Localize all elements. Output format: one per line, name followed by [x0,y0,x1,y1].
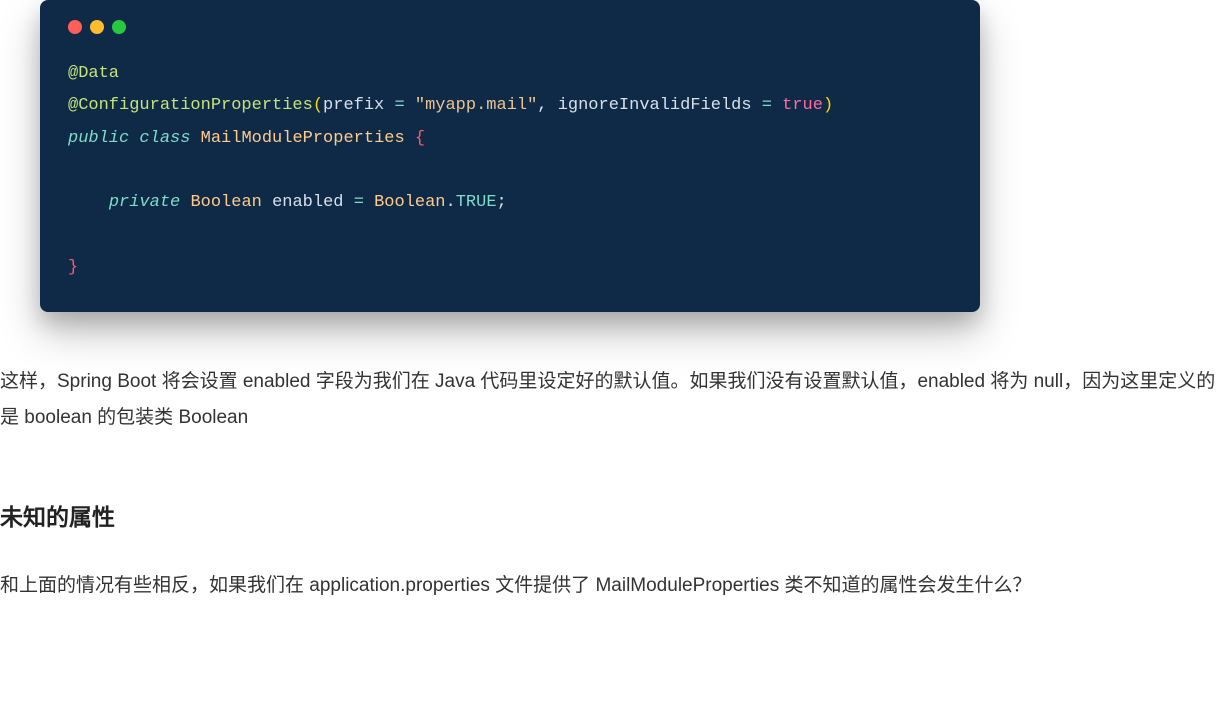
maximize-icon [112,20,126,34]
code-classname: MailModuleProperties [201,129,405,148]
code-brace: } [68,258,78,277]
code-param-key: prefix [323,96,384,115]
code-paren: ) [823,96,833,115]
section-heading: 未知的属性 [0,498,1216,532]
minimize-icon [90,20,104,34]
article-body: 这样，Spring Boot 将会设置 enabled 字段为我们在 Java … [0,364,1216,604]
code-annotation: @Data [68,64,119,83]
code-block-card: @Data @ConfigurationProperties(prefix = … [40,0,980,312]
code-keyword: class [139,129,190,148]
code-type: Boolean [190,193,261,212]
code-eq: = [762,96,772,115]
code-boolean: true [782,96,823,115]
paragraph: 和上面的情况有些相反，如果我们在 application.properties … [0,568,1216,604]
code-eq: = [354,193,364,212]
code-dot: . [446,193,456,212]
code-keyword: private [109,193,180,212]
code-field: enabled [272,193,343,212]
code-content: @Data @ConfigurationProperties(prefix = … [68,58,952,284]
code-paren: ( [313,96,323,115]
code-semicolon: ; [497,193,507,212]
code-string: "myapp.mail" [415,96,537,115]
window-controls [68,20,952,34]
code-keyword: public [68,129,129,148]
code-annotation: @ConfigurationProperties [68,96,313,115]
paragraph: 这样，Spring Boot 将会设置 enabled 字段为我们在 Java … [0,364,1216,436]
code-eq: = [394,96,404,115]
code-member: TRUE [456,193,497,212]
code-brace: { [415,129,425,148]
code-param-key: ignoreInvalidFields [558,96,752,115]
code-comma: , [537,96,547,115]
code-type: Boolean [374,193,445,212]
close-icon [68,20,82,34]
